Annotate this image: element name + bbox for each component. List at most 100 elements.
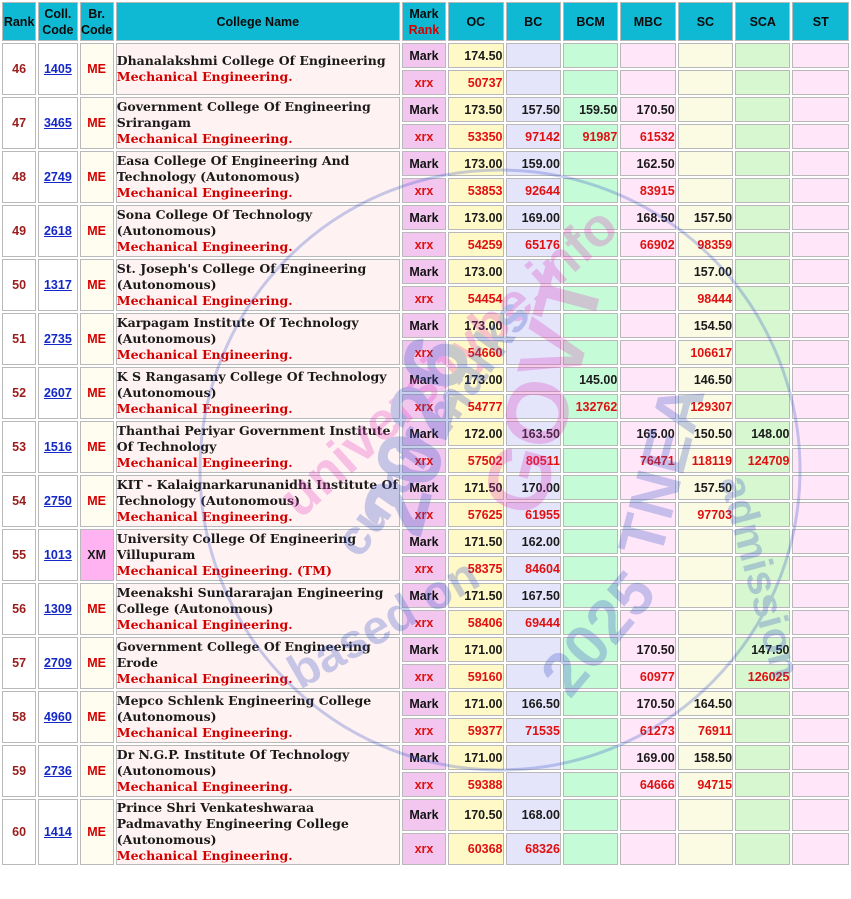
rank-sc: 97703 — [677, 502, 734, 527]
rank-bcm — [562, 340, 619, 365]
college-code-link[interactable]: 1013 — [44, 548, 72, 562]
mark-sca — [735, 529, 791, 554]
rank-sca — [735, 340, 791, 365]
rank-oc: 58375 — [448, 556, 504, 581]
mark-mbc — [620, 583, 676, 608]
mark-bc — [505, 745, 561, 770]
college-code-link[interactable]: 2735 — [44, 332, 72, 346]
rank-label: xrx — [401, 664, 447, 689]
college-code-link[interactable]: 4960 — [44, 710, 72, 724]
college-code-cell: 1405 — [38, 43, 78, 95]
branch-name: Mechanical Engineering. — [116, 131, 293, 146]
rank-label: xrx — [401, 610, 447, 635]
rank-mbc — [620, 70, 676, 95]
row-rank: 56 — [2, 583, 37, 635]
college-name-cell: KIT - Kalaignarkarunanidhi Institute Of … — [115, 475, 400, 527]
rank-bcm — [562, 70, 619, 95]
rank-sc: 98444 — [677, 286, 734, 311]
branch-name: Mechanical Engineering. — [116, 455, 293, 470]
rank-bc — [505, 772, 561, 797]
rank-mbc: 76471 — [620, 448, 676, 473]
table-row: 47 3465 ME Government College Of Engineerin… — [2, 97, 849, 149]
mark-sca — [735, 313, 791, 338]
college-name-cell: Mepco Schlenk Engineering College (Auton… — [115, 691, 400, 743]
college-code-link[interactable]: 2607 — [44, 386, 72, 400]
mark-bc: 163.50 — [505, 421, 561, 446]
college-code-cell: 2736 — [38, 745, 78, 797]
row-rank: 57 — [2, 637, 37, 689]
mark-label: Mark — [401, 745, 447, 770]
table-row: 57 2709 ME Government College Of Engineerin… — [2, 637, 849, 689]
mark-sc: 146.50 — [677, 367, 734, 392]
rank-bcm — [562, 610, 619, 635]
college-code-link[interactable]: 2736 — [44, 764, 72, 778]
college-code-link[interactable]: 3465 — [44, 116, 72, 130]
college-code-link[interactable]: 2749 — [44, 170, 72, 184]
rank-mbc: 60977 — [620, 664, 676, 689]
college-name-cell: University College Of Engineering Villup… — [115, 529, 400, 581]
mark-sca: 148.00 — [735, 421, 791, 446]
rank-sc — [677, 664, 734, 689]
rank-label: xrx — [401, 394, 447, 419]
rank-label: xrx — [401, 556, 447, 581]
mark-st — [792, 259, 849, 284]
mark-st — [792, 43, 849, 68]
mark-sca — [735, 691, 791, 716]
table-row: 59 2736 ME Dr N.G.P. Institute Of Technolog… — [2, 745, 849, 797]
college-code-link[interactable]: 1414 — [44, 825, 72, 839]
rank-mbc: 64666 — [620, 772, 676, 797]
mark-bc — [505, 313, 561, 338]
mark-oc: 173.00 — [448, 259, 504, 284]
rank-oc: 54660 — [448, 340, 504, 365]
college-name: Dr N.G.P. Institute Of Technology (Auton… — [116, 747, 350, 778]
college-code-link[interactable]: 2618 — [44, 224, 72, 238]
mark-bc: 169.00 — [505, 205, 561, 230]
rank-mbc: 66902 — [620, 232, 676, 257]
college-code-link[interactable]: 1309 — [44, 602, 72, 616]
mark-bcm — [562, 583, 619, 608]
college-code-cell: 2750 — [38, 475, 78, 527]
college-code-cell: 2618 — [38, 205, 78, 257]
rank-oc: 54259 — [448, 232, 504, 257]
college-code-link[interactable]: 1317 — [44, 278, 72, 292]
mark-bc: 166.50 — [505, 691, 561, 716]
mark-sc — [677, 529, 734, 554]
rank-sc: 94715 — [677, 772, 734, 797]
branch-code: ME — [79, 367, 114, 419]
college-code-link[interactable]: 2750 — [44, 494, 72, 508]
branch-name: Mechanical Engineering. — [116, 185, 293, 200]
row-rank: 47 — [2, 97, 37, 149]
college-name-cell: Karpagam Institute Of Technology (Autono… — [115, 313, 400, 365]
rank-sc — [677, 610, 734, 635]
rank-sc: 98359 — [677, 232, 734, 257]
mark-sca: 147.50 — [735, 637, 791, 662]
rank-mbc — [620, 556, 676, 581]
college-code-link[interactable]: 2709 — [44, 656, 72, 670]
mark-sc — [677, 151, 734, 176]
table-row: 60 1414 ME Prince Shri Venkateshwaraa Padma… — [2, 799, 849, 865]
mark-mbc: 169.00 — [620, 745, 676, 770]
mark-bcm — [562, 799, 619, 831]
mark-sca — [735, 97, 791, 122]
rank-label: xrx — [401, 340, 447, 365]
table-row: 54 2750 ME KIT - Kalaignarkarunanidhi Insti… — [2, 475, 849, 527]
branch-code: ME — [79, 745, 114, 797]
mark-label: Mark — [401, 367, 447, 392]
college-name: Dhanalakshmi College Of Engineering — [116, 53, 386, 68]
branch-code: ME — [79, 691, 114, 743]
rank-sc — [677, 124, 734, 149]
college-code-cell: 2749 — [38, 151, 78, 203]
row-rank: 51 — [2, 313, 37, 365]
college-code-link[interactable]: 1516 — [44, 440, 72, 454]
rank-label: xrx — [401, 70, 447, 95]
mark-oc: 173.00 — [448, 313, 504, 338]
mark-bcm — [562, 151, 619, 176]
rank-sca — [735, 232, 791, 257]
mark-oc: 171.50 — [448, 529, 504, 554]
mark-sc — [677, 637, 734, 662]
branch-code: ME — [79, 475, 114, 527]
rank-st — [792, 286, 849, 311]
mark-mbc: 170.50 — [620, 97, 676, 122]
college-code-link[interactable]: 1405 — [44, 62, 72, 76]
row-rank: 59 — [2, 745, 37, 797]
